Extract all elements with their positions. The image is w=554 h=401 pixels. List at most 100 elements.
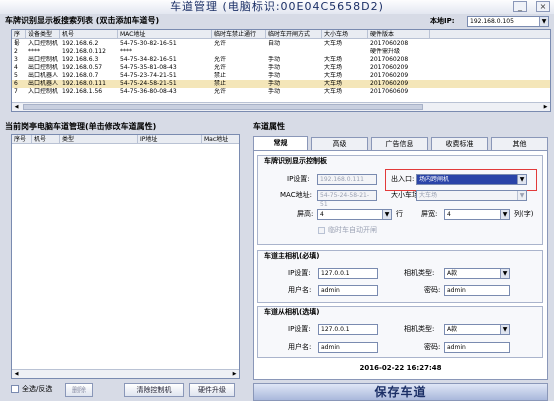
select-all-checkbox[interactable] [11, 385, 19, 393]
lane-list-table[interactable]: 序号 机号 类型 IP地址 Mac地址 ◀ ▶ [11, 134, 240, 379]
horizontal-scrollbar[interactable]: ◀ ▶ [12, 102, 550, 111]
col-header: MAC地址 [118, 30, 212, 39]
table-row[interactable]: 1 入口控制机 192.168.6.2 54-75-30-82-16-51 允许 自动 大车… [12, 40, 550, 48]
sub-type-select[interactable]: A款 ▼ [444, 324, 510, 335]
table-cell: **** [120, 48, 132, 55]
main-type-select[interactable]: A款 ▼ [444, 268, 510, 279]
sub-pwd-input[interactable]: admin [444, 342, 510, 353]
scroll-left-icon[interactable]: ◀ [12, 103, 21, 111]
table-cell: 手动 [268, 56, 281, 63]
col-header: 类型 [60, 135, 138, 144]
table-row[interactable]: 6 出口机器人 192.168.0.111 54-75-24-58-21-51 禁止 手动… [12, 80, 550, 88]
scroll-right-icon[interactable]: ▶ [230, 370, 239, 378]
board-list-body: 1 入口控制机 192.168.6.2 54-75-30-82-16-51 允许 自动 大车… [12, 40, 550, 102]
local-ip-select[interactable]: 192.168.0.105 ▼ [467, 16, 549, 27]
tab-advanced[interactable]: 高级 [311, 137, 368, 150]
chevron-down-icon[interactable]: ▼ [382, 210, 391, 219]
screen-height-value: 4 [320, 211, 324, 218]
col-header: 大小车场 [322, 30, 368, 39]
auto-open-label: 临时车自动开闸 [328, 226, 377, 234]
table-row[interactable]: 5 出口机器人 192.168.0.7 54-75-23-74-21-51 禁止 手动 大车… [12, 72, 550, 80]
chevron-down-icon[interactable]: ▼ [500, 210, 509, 219]
main-user-label: 用户名: [288, 286, 312, 294]
screen-width-select[interactable]: 4 ▼ [444, 209, 510, 220]
table-cell [266, 48, 322, 56]
main-ip-input[interactable]: 127.0.0.1 [318, 268, 378, 279]
table-row[interactable]: 2 **** 192.168.0.112 **** 硬件需升级 [12, 48, 550, 56]
sub-ip-label: IP设置: [288, 325, 311, 333]
lot-select[interactable]: 大车场 ▼ [416, 190, 527, 201]
entrance-select[interactable]: 场内跨闸机 ▼ [416, 174, 527, 185]
table-cell: 6 [14, 80, 18, 87]
table-cell: 出口机器人 [28, 80, 59, 87]
board-mac-input[interactable]: 54-75-24-58-21-51 [317, 190, 377, 208]
table-cell: 2017060208 [370, 40, 409, 47]
main-pwd-input[interactable]: admin [444, 285, 510, 296]
auto-open-checkbox[interactable] [318, 227, 325, 234]
board-list-table[interactable]: 序号 设备类型 机号 MAC地址 临时车禁止通行 临时车开闸方式 大小车场 硬件… [11, 29, 551, 112]
screen-width-unit: 列(字) [514, 210, 534, 218]
table-cell: 7 [14, 88, 18, 95]
table-cell: 1 [14, 40, 18, 47]
chevron-down-icon[interactable]: ▼ [500, 325, 509, 334]
main-pwd-label: 密码: [424, 286, 441, 294]
table-cell: 允许 [214, 40, 227, 47]
table-cell [322, 48, 368, 56]
window-title: 车道管理 (电脑标识:00E04C5658D2) [170, 0, 384, 13]
tab-ad-info[interactable]: 广告信息 [371, 137, 428, 150]
table-row[interactable]: 4 出口控制机 192.168.0.57 54-75-35-81-08-43 允许 手动 大… [12, 64, 550, 72]
table-cell: 手动 [268, 72, 281, 79]
save-lane-button[interactable]: 保存车道 [253, 383, 548, 401]
hardware-upgrade-button[interactable]: 硬件升级 [189, 383, 235, 397]
lot-value: 大车场 [419, 192, 438, 199]
minimize-button[interactable]: _ [513, 1, 527, 12]
table-cell: 大车场 [324, 56, 343, 63]
tab-fee-standard[interactable]: 收费标准 [431, 137, 488, 150]
clear-controller-button[interactable]: 清除控制机 [124, 383, 184, 397]
table-cell: 54-75-23-74-21-51 [120, 72, 177, 79]
sub-ip-input[interactable]: 127.0.0.1 [318, 324, 378, 335]
lane-list-title: 当前岗亭电脑车道管理(单击修改车道属性) [5, 122, 157, 131]
table-cell: 允许 [214, 64, 227, 71]
chevron-down-icon[interactable]: ▼ [517, 175, 526, 184]
sub-user-label: 用户名: [288, 343, 312, 351]
tab-general[interactable]: 常规 [253, 136, 308, 150]
board-ip-input[interactable]: 192.168.0.111 [317, 174, 377, 185]
scroll-right-icon[interactable]: ▶ [541, 103, 550, 111]
table-cell: 禁止 [214, 80, 227, 87]
sub-user-input[interactable]: admin [318, 342, 378, 353]
select-all-label: 全选/反选 [22, 385, 53, 393]
close-button[interactable]: × [536, 1, 550, 12]
table-cell: 54-75-34-82-16-51 [120, 56, 177, 63]
lane-list-header: 序号 机号 类型 IP地址 Mac地址 [12, 135, 239, 144]
table-cell: 54-75-30-82-16-51 [120, 40, 177, 47]
entrance-label: 出入口: [391, 175, 415, 183]
table-cell: 允许 [214, 88, 227, 95]
screen-height-select[interactable]: 4 ▼ [317, 209, 392, 220]
col-header: 临时车禁止通行 [212, 30, 266, 39]
table-cell: 2017060209 [370, 80, 409, 87]
table-cell: 自动 [268, 40, 281, 47]
main-user-input[interactable]: admin [318, 285, 378, 296]
scroll-left-icon[interactable]: ◀ [12, 370, 21, 378]
table-cell: 手动 [268, 64, 281, 71]
main-type-value: A款 [447, 270, 458, 277]
main-ip-label: IP设置: [288, 269, 311, 277]
delete-button[interactable]: 删除 [65, 383, 93, 397]
table-cell: 192.168.0.111 [62, 80, 106, 87]
table-cell: 大车场 [324, 72, 343, 79]
table-row[interactable]: 7 入口控制机 192.168.1.56 54-75-36-80-08-43 允许 手动 大… [12, 88, 550, 96]
chevron-down-icon: ▼ [517, 191, 526, 200]
chevron-down-icon[interactable]: ▼ [500, 269, 509, 278]
chevron-down-icon[interactable]: ▼ [539, 17, 548, 26]
screen-height-unit: 行 [396, 210, 403, 218]
table-cell: 2017060209 [370, 64, 409, 71]
table-cell: 5 [14, 72, 18, 79]
tab-other[interactable]: 其他 [491, 137, 548, 150]
table-cell: 192.168.1.56 [62, 88, 103, 95]
col-header: Mac地址 [204, 136, 229, 143]
lane-horizontal-scrollbar[interactable]: ◀ ▶ [12, 369, 239, 378]
scrollbar-thumb[interactable] [23, 104, 423, 110]
table-cell: 192.168.0.57 [62, 64, 103, 71]
table-row[interactable]: 3 出口控制机 192.168.6.3 54-75-34-82-16-51 允许 手动 大车… [12, 56, 550, 64]
